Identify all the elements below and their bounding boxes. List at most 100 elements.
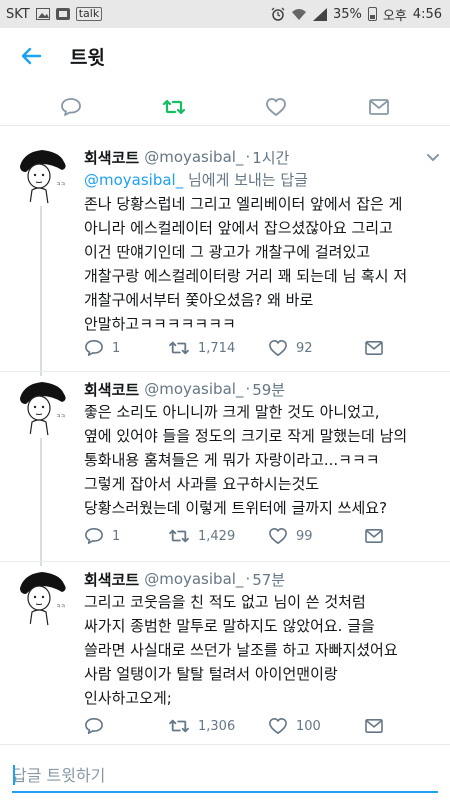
retweet-icon bbox=[169, 529, 189, 543]
avatar[interactable]: ㅋㅋ bbox=[12, 146, 70, 204]
tweet-text: 좋은 소리도 아니니까 크게 말한 것도 아니었고, 옆에 있어야 들을 정도의… bbox=[84, 403, 408, 517]
avatar-illustration: ㅋㅋ bbox=[12, 146, 70, 204]
reply-input[interactable] bbox=[12, 759, 432, 791]
battery-icon bbox=[367, 7, 377, 21]
retweet-count: 1,306 bbox=[198, 718, 236, 734]
like-button[interactable]: 92 bbox=[268, 339, 364, 357]
author-name[interactable]: 회색코트 bbox=[84, 379, 139, 400]
tweet-actions: 1,306 100 bbox=[84, 714, 404, 738]
separator-dot: · bbox=[245, 570, 251, 588]
like-count: 100 bbox=[296, 718, 321, 734]
retweet-count: 1,714 bbox=[198, 340, 236, 356]
image-notification-icon bbox=[35, 8, 50, 20]
retweet-button[interactable]: 1,306 bbox=[168, 717, 268, 735]
main-retweet-button[interactable] bbox=[154, 90, 194, 124]
tweet-actions: 1 1,429 99 bbox=[84, 524, 404, 548]
tweet-text: 존나 당황스럽네 그리고 엘리베이터 앞에서 잡은 게 아니라 에스컬레이터 앞… bbox=[84, 195, 408, 333]
tweet-actions: 1 1,714 92 bbox=[84, 336, 404, 360]
avatar-illustration: ㅋㅋ bbox=[12, 378, 70, 436]
retweet-button[interactable]: 1,429 bbox=[168, 527, 268, 545]
reply-suffix: 님에게 보내는 답글 bbox=[183, 171, 308, 189]
replying-to: @moyasibal_ 님에게 보내는 답글 bbox=[84, 168, 430, 192]
retweet-count: 1,429 bbox=[198, 528, 236, 544]
battery-percent: 35% bbox=[332, 6, 362, 22]
envelope-icon bbox=[365, 718, 383, 734]
reply-tweet-3[interactable]: ㅋㅋ 회색코트 @moyasibal_ · 57분 그리고 코웃음을 친 적도 … bbox=[0, 562, 450, 742]
app-bar: 트윗 bbox=[0, 28, 450, 84]
back-arrow-icon bbox=[21, 47, 42, 65]
reply-count: 1 bbox=[112, 528, 121, 544]
alarm-icon bbox=[271, 7, 285, 21]
signal-icon bbox=[312, 7, 327, 21]
chevron-down-icon[interactable] bbox=[424, 148, 442, 166]
reply-icon bbox=[85, 717, 103, 735]
gallery-notification-icon bbox=[55, 8, 70, 20]
tweet-header: 회색코트 @moyasibal_ · 57분 bbox=[84, 568, 430, 590]
reply-button[interactable] bbox=[84, 717, 168, 735]
main-reply-button[interactable] bbox=[51, 90, 91, 124]
tweet-time: 1시간 bbox=[252, 148, 290, 167]
tweet-time: 59분 bbox=[252, 380, 286, 399]
thread-line bbox=[40, 206, 42, 376]
status-time: 4:56 bbox=[412, 6, 442, 22]
tweet-header: 회색코트 @moyasibal_ · 1시간 bbox=[84, 146, 430, 168]
tweet-time: 57분 bbox=[252, 570, 286, 589]
author-handle[interactable]: @moyasibal_ bbox=[144, 380, 243, 398]
reply-composer bbox=[0, 744, 450, 800]
reply-count: 1 bbox=[112, 340, 121, 356]
like-button[interactable]: 99 bbox=[268, 527, 364, 545]
dm-button[interactable] bbox=[364, 528, 384, 544]
reply-icon bbox=[85, 527, 103, 545]
author-handle[interactable]: @moyasibal_ bbox=[144, 570, 243, 588]
avatar-illustration: ㅋㅋ bbox=[12, 568, 70, 626]
retweet-icon bbox=[169, 719, 189, 733]
dm-button[interactable] bbox=[364, 718, 384, 734]
reply-tweet-1[interactable]: ㅋㅋ 회색코트 @moyasibal_ · 1시간 @moyasibal_ 님에… bbox=[0, 140, 450, 376]
time-ampm: 오후 bbox=[382, 8, 407, 24]
heart-icon bbox=[266, 97, 287, 116]
status-bar: SKT talk 35% 오후 4:56 bbox=[0, 0, 450, 28]
svg-text:ㅋㅋ: ㅋㅋ bbox=[56, 182, 65, 188]
tweet-header: 회색코트 @moyasibal_ · 59분 bbox=[84, 378, 430, 400]
retweet-icon bbox=[162, 99, 185, 114]
svg-text:ㅋㅋ: ㅋㅋ bbox=[56, 604, 65, 610]
author-name[interactable]: 회색코트 bbox=[84, 569, 139, 590]
like-count: 99 bbox=[296, 528, 313, 544]
like-button[interactable]: 100 bbox=[268, 717, 364, 735]
heart-icon bbox=[269, 527, 287, 545]
separator-dot: · bbox=[245, 380, 251, 398]
tweet-text: 그리고 코웃음을 친 적도 없고 님이 쓴 것처럼 싸가지 종범한 말투로 말하… bbox=[84, 593, 398, 707]
retweet-icon bbox=[169, 341, 189, 355]
main-tweet-actions bbox=[0, 88, 450, 126]
main-like-button[interactable] bbox=[256, 90, 296, 124]
input-underline bbox=[12, 791, 438, 793]
envelope-icon bbox=[365, 528, 383, 544]
heart-icon bbox=[269, 717, 287, 735]
text-cursor bbox=[13, 765, 15, 785]
reply-icon bbox=[61, 97, 82, 116]
author-name[interactable]: 회색코트 bbox=[84, 147, 139, 168]
main-dm-button[interactable] bbox=[359, 90, 399, 124]
wifi-icon bbox=[291, 8, 306, 20]
envelope-icon bbox=[365, 340, 383, 356]
avatar[interactable]: ㅋㅋ bbox=[12, 378, 70, 436]
carrier-label: SKT bbox=[6, 6, 30, 22]
dm-button[interactable] bbox=[364, 340, 384, 356]
back-button[interactable] bbox=[0, 28, 62, 84]
author-handle[interactable]: @moyasibal_ bbox=[144, 148, 243, 166]
avatar[interactable]: ㅋㅋ bbox=[12, 568, 70, 626]
page-title: 트윗 bbox=[70, 46, 105, 69]
heart-icon bbox=[269, 339, 287, 357]
reply-button[interactable]: 1 bbox=[84, 527, 168, 545]
envelope-icon bbox=[368, 98, 389, 115]
talk-notification-icon: talk bbox=[75, 7, 103, 21]
thread-line bbox=[40, 438, 42, 566]
reply-tweet-2[interactable]: ㅋㅋ 회색코트 @moyasibal_ · 59분 좋은 소리도 아니니까 크게… bbox=[0, 372, 450, 566]
reply-icon bbox=[85, 339, 103, 357]
retweet-button[interactable]: 1,714 bbox=[168, 339, 268, 357]
like-count: 92 bbox=[296, 340, 313, 356]
reply-button[interactable]: 1 bbox=[84, 339, 168, 357]
separator-dot: · bbox=[245, 148, 251, 166]
svg-text:ㅋㅋ: ㅋㅋ bbox=[56, 414, 65, 420]
reply-mention-link[interactable]: @moyasibal_ bbox=[84, 171, 183, 189]
